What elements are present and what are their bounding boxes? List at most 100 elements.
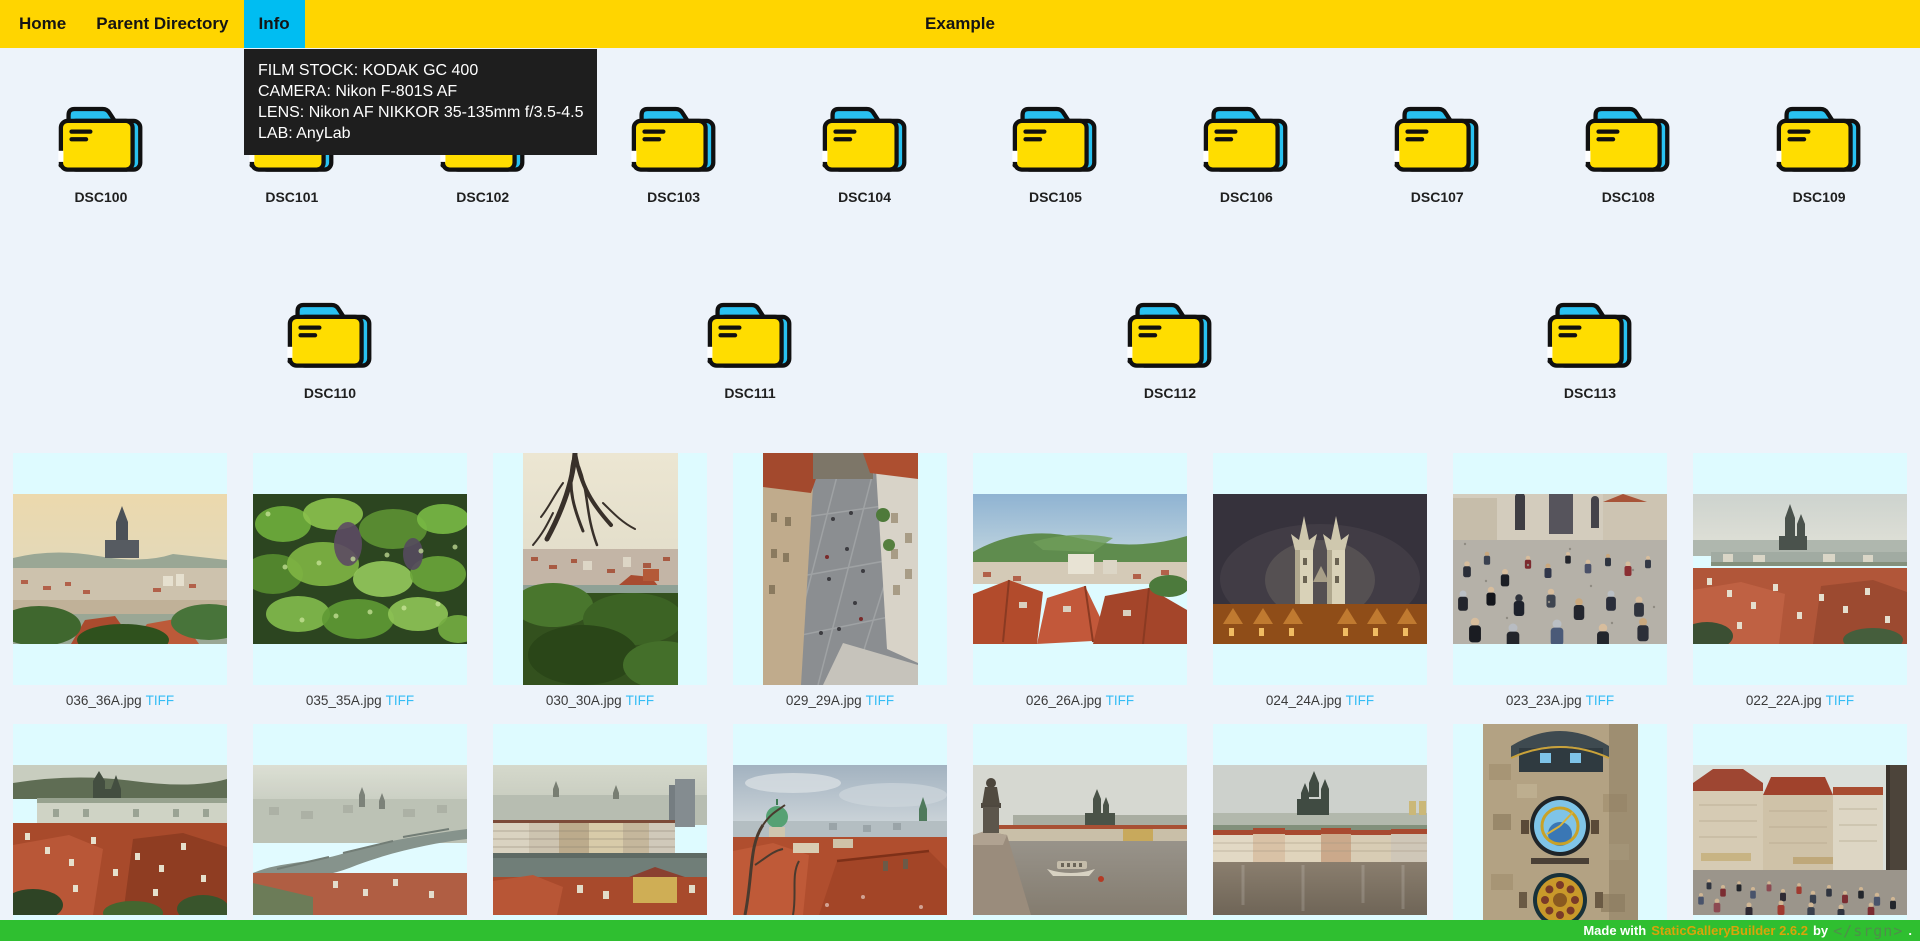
- folder-item-dsc110[interactable]: DSC110: [240, 299, 420, 402]
- footer-made-with-text: Made with: [1583, 923, 1646, 938]
- folder-label: DSC112: [1144, 385, 1196, 402]
- photo-caption: 036_36A.jpg TIFF: [66, 693, 174, 710]
- footer-period-text: .: [1908, 923, 1912, 938]
- folder-label: DSC111: [724, 385, 775, 402]
- folder-label: DSC110: [304, 385, 356, 402]
- photo-cell: [480, 724, 720, 941]
- folder-item-dsc104[interactable]: DSC104: [775, 103, 955, 206]
- photo-cell: [1440, 724, 1680, 941]
- folder-label: DSC109: [1793, 189, 1846, 206]
- tiff-link[interactable]: TIFF: [146, 693, 175, 708]
- footer-by-text: by: [1813, 923, 1828, 938]
- photo-cell: [1680, 724, 1920, 941]
- tiff-link[interactable]: TIFF: [386, 693, 415, 708]
- thumbnail-riverfront-embankment[interactable]: [493, 724, 707, 941]
- folder-label: DSC100: [74, 189, 127, 206]
- thumbnail-hazy-river-bridges[interactable]: [253, 724, 467, 941]
- photo-cell: 026_26A.jpg TIFF: [960, 453, 1200, 710]
- folder-icon: [631, 103, 717, 173]
- tiff-link[interactable]: TIFF: [866, 693, 895, 708]
- folder-item-dsc112[interactable]: DSC112: [1080, 299, 1260, 402]
- photo-cell: 022_22A.jpg TIFF: [1680, 453, 1920, 710]
- nav-items: HomeParent DirectoryInfo: [4, 0, 305, 48]
- tooltip-line: LAB: AnyLab: [258, 123, 583, 144]
- gallery-page: HomeParent DirectoryInfo Example FILM ST…: [0, 0, 1920, 941]
- photo-caption: 035_35A.jpgTIFF: [306, 693, 414, 710]
- photo-caption: 026_26A.jpg TIFF: [1026, 693, 1134, 710]
- tooltip-line: CAMERA: Nikon F-801S AF: [258, 81, 583, 102]
- tiff-link[interactable]: TIFF: [1346, 693, 1375, 708]
- photo-caption: 022_22A.jpg TIFF: [1746, 693, 1854, 710]
- folder-label: DSC108: [1602, 189, 1655, 206]
- folder-label: DSC107: [1411, 189, 1464, 206]
- folder-icon: [58, 103, 144, 173]
- folder-item-dsc106[interactable]: DSC106: [1156, 103, 1336, 206]
- photo-caption: 029_29A.jpg TIFF: [786, 693, 894, 710]
- folder-item-dsc113[interactable]: DSC113: [1500, 299, 1680, 402]
- nav-item-parent-directory[interactable]: Parent Directory: [81, 0, 243, 48]
- thumbnail-green-dome-rooftops[interactable]: [733, 724, 947, 941]
- photo-filename: 029_29A.jpg: [786, 693, 862, 708]
- photo-cell: [240, 724, 480, 941]
- footer: Made with StaticGalleryBuilder 2.6.2 by …: [0, 920, 1920, 941]
- folder-item-dsc111[interactable]: DSC111: [660, 299, 840, 402]
- photo-cell: [0, 724, 240, 941]
- thumbnail-tyn-church-night[interactable]: [1213, 453, 1427, 685]
- top-navigation: HomeParent DirectoryInfo Example: [0, 0, 1920, 48]
- folder-icon: [1203, 103, 1289, 173]
- thumbnail-bridge-statue-river[interactable]: [973, 724, 1187, 941]
- photo-cell: 035_35A.jpgTIFF: [240, 453, 480, 710]
- folder-item-dsc108[interactable]: DSC108: [1538, 103, 1718, 206]
- folder-icon: [1585, 103, 1671, 173]
- photo-filename: 024_24A.jpg: [1266, 693, 1342, 708]
- folder-label: DSC103: [647, 189, 700, 206]
- photo-cell: 029_29A.jpg TIFF: [720, 453, 960, 710]
- nav-item-info[interactable]: Info: [244, 0, 305, 48]
- folder-icon: [1012, 103, 1098, 173]
- static-gallery-builder-link[interactable]: StaticGalleryBuilder 2.6.2: [1651, 923, 1808, 938]
- photo-caption: 023_23A.jpg TIFF: [1506, 693, 1614, 710]
- thumbnail-aerial-castle-district[interactable]: [13, 724, 227, 941]
- photo-filename: 036_36A.jpg: [66, 693, 142, 708]
- thumbnail-astronomical-clock[interactable]: [1453, 724, 1667, 941]
- tiff-link[interactable]: TIFF: [626, 693, 655, 708]
- folder-icon: [1394, 103, 1480, 173]
- folder-item-dsc107[interactable]: DSC107: [1347, 103, 1527, 206]
- srgn-logo-link[interactable]: </srgn>: [1833, 922, 1903, 940]
- thumbnail-bridge-crowd[interactable]: [1453, 453, 1667, 685]
- photo-caption: 024_24A.jpg TIFF: [1266, 693, 1374, 710]
- tiff-link[interactable]: TIFF: [1586, 693, 1615, 708]
- folder-label: DSC105: [1029, 189, 1082, 206]
- folder-icon: [707, 299, 793, 369]
- photo-filename: 022_22A.jpg: [1746, 693, 1822, 708]
- nav-item-home[interactable]: Home: [4, 0, 81, 48]
- photo-caption: 030_30A.jpg TIFF: [546, 693, 654, 710]
- thumbnail-town-square-above[interactable]: [733, 453, 947, 685]
- folder-icon: [1127, 299, 1213, 369]
- main-content: DSC100DSC101DSC102DSC103DSC104DSC105DSC1…: [0, 48, 1920, 941]
- folder-item-dsc103[interactable]: DSC103: [584, 103, 764, 206]
- photo-cell: 023_23A.jpg TIFF: [1440, 453, 1680, 710]
- folder-item-dsc109[interactable]: DSC109: [1729, 103, 1909, 206]
- photo-cell: 036_36A.jpg TIFF: [0, 453, 240, 710]
- photo-filename: 023_23A.jpg: [1506, 693, 1582, 708]
- thumbnail-bare-tree-city[interactable]: [493, 453, 707, 685]
- thumbnail-green-foliage[interactable]: [253, 453, 467, 685]
- folder-icon: [287, 299, 373, 369]
- folder-item-dsc105[interactable]: DSC105: [965, 103, 1145, 206]
- tiff-link[interactable]: TIFF: [1106, 693, 1135, 708]
- thumbnail-red-roofs-green-hill[interactable]: [973, 453, 1187, 685]
- tooltip-line: FILM STOCK: KODAK GC 400: [258, 60, 583, 81]
- tiff-link[interactable]: TIFF: [1826, 693, 1855, 708]
- folder-label: DSC102: [456, 189, 509, 206]
- photo-filename: 026_26A.jpg: [1026, 693, 1102, 708]
- tooltip-line: LENS: Nikon AF NIKKOR 35-135mm f/3.5-4.5: [258, 102, 583, 123]
- folder-label: DSC106: [1220, 189, 1273, 206]
- photo-filename: 030_30A.jpg: [546, 693, 622, 708]
- thumbnail-old-town-square-crowd[interactable]: [1693, 724, 1907, 941]
- thumbnail-prague-castle-panorama[interactable]: [1693, 453, 1907, 685]
- thumbnail-city-spire-panorama[interactable]: [13, 453, 227, 685]
- thumbnail-castle-across-river[interactable]: [1213, 724, 1427, 941]
- folder-item-dsc100[interactable]: DSC100: [11, 103, 191, 206]
- folder-label: DSC104: [838, 189, 891, 206]
